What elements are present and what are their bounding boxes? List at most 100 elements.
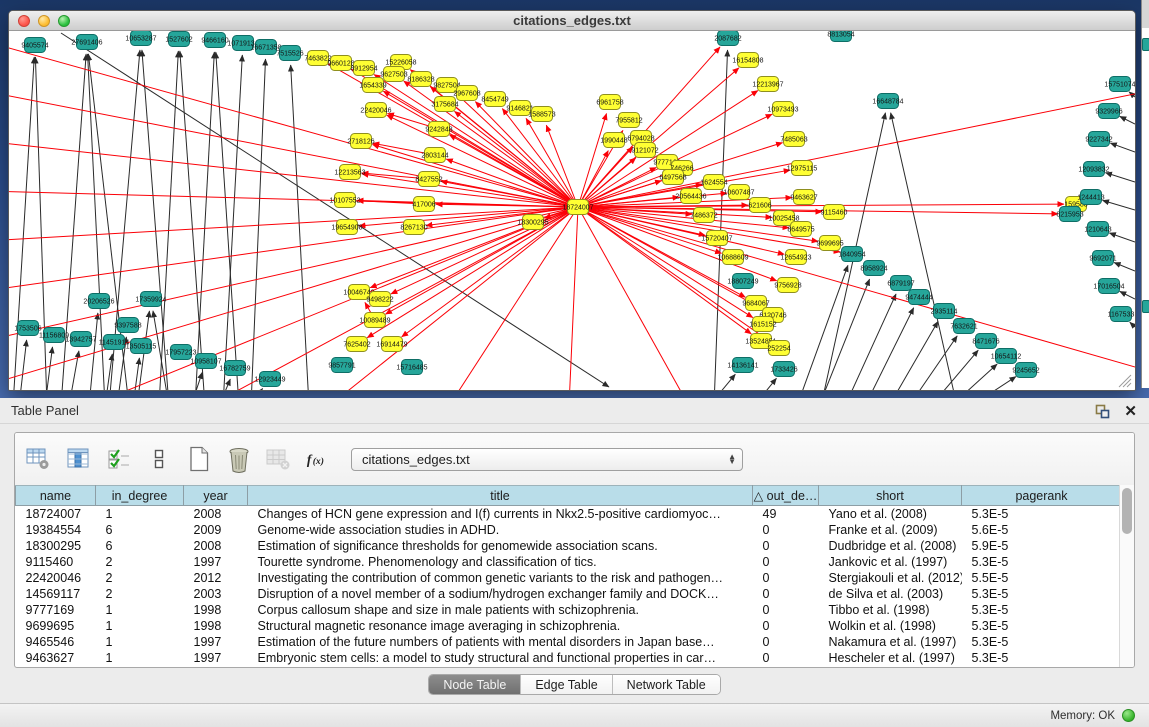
resize-grip-icon[interactable] — [1127, 383, 1131, 387]
graph-node[interactable]: 9329966 — [1095, 104, 1122, 119]
table-row[interactable]: 1872400712008Changes of HCN gene express… — [16, 506, 1122, 522]
table-cell[interactable]: Disruption of a novel member of a sodium… — [248, 586, 753, 602]
graph-node[interactable]: 27691406 — [71, 35, 102, 50]
graph-node[interactable]: 7625402 — [343, 337, 370, 352]
table-cell[interactable]: 0 — [753, 538, 819, 554]
table-cell[interactable]: 1997 — [184, 554, 248, 570]
graph-edge[interactable] — [578, 204, 1064, 207]
table-cell[interactable]: 9463627 — [16, 650, 96, 666]
table-cell[interactable]: 1997 — [184, 650, 248, 666]
network-view-window[interactable]: citations_edges.txt 94055742769140610653… — [8, 10, 1136, 391]
table-cell[interactable]: 1 — [96, 602, 184, 618]
graph-node[interactable]: 9405574 — [21, 38, 48, 53]
graph-node[interactable]: 15716485 — [396, 360, 427, 375]
window-titlebar[interactable]: citations_edges.txt — [9, 11, 1135, 31]
table-cell[interactable]: 18724007 — [16, 506, 96, 522]
graph-node[interactable]: 8471676 — [972, 334, 999, 349]
table-cell[interactable]: Tourette syndrome. Phenomenology and cla… — [248, 554, 753, 570]
table-cell[interactable]: 18300295 — [16, 538, 96, 554]
table-cell[interactable]: Genome-wide association studies in ADHD. — [248, 522, 753, 538]
table-cell[interactable]: 1 — [96, 618, 184, 634]
graph-node[interactable]: 20206526 — [83, 294, 114, 309]
graph-node[interactable]: 8958924 — [860, 261, 887, 276]
graph-node[interactable]: 9756928 — [774, 278, 801, 293]
table-cell[interactable]: 0 — [753, 554, 819, 570]
column-header-year[interactable]: year — [184, 486, 248, 506]
graph-node[interactable]: 9699695 — [816, 236, 843, 251]
table-cell[interactable]: Nakamura et al. (1997) — [819, 634, 962, 650]
table-cell[interactable]: 1998 — [184, 618, 248, 634]
graph-node[interactable]: 1990448 — [600, 133, 627, 148]
graph-node[interactable]: 7632621 — [950, 319, 977, 334]
graph-node[interactable]: 3175684 — [431, 97, 458, 112]
table-cell[interactable]: Structural magnetic resonance image aver… — [248, 618, 753, 634]
float-panel-icon[interactable] — [1094, 403, 1110, 419]
table-cell[interactable]: Tibbo et al. (1998) — [819, 602, 962, 618]
table-cell[interactable]: Hescheler et al. (1997) — [819, 650, 962, 666]
table-cell[interactable]: 5.6E-5 — [962, 522, 1122, 538]
new-document-icon[interactable] — [185, 446, 212, 473]
network-graph[interactable]: 9405574276914061065328715276029466160107… — [9, 31, 1135, 390]
scrollbar-thumb[interactable] — [1122, 488, 1132, 534]
table-cell[interactable]: 5.9E-5 — [962, 538, 1122, 554]
graph-node[interactable]: 9463627 — [790, 190, 817, 205]
checklist-icon[interactable] — [105, 446, 132, 473]
graph-node[interactable]: 1654339 — [359, 78, 386, 93]
tab-node-table[interactable]: Node Table — [429, 675, 521, 694]
table-cell[interactable]: 1 — [96, 506, 184, 522]
delete-table-icon[interactable] — [265, 446, 292, 473]
graph-node[interactable]: 1733426 — [770, 362, 797, 377]
graph-node[interactable]: 1840954 — [838, 247, 865, 262]
table-cell[interactable]: Estimation of the future numbers of pati… — [248, 634, 753, 650]
table-cell[interactable]: 5.3E-5 — [962, 586, 1122, 602]
table-cell[interactable]: 2012 — [184, 570, 248, 586]
table-settings-icon[interactable] — [25, 446, 52, 473]
column-header-title[interactable]: title — [248, 486, 753, 506]
graph-node[interactable]: 1210643 — [1084, 222, 1111, 237]
graph-node[interactable]: 9397588 — [114, 318, 141, 333]
table-cell[interactable]: 5.3E-5 — [962, 634, 1122, 650]
graph-node[interactable]: 14136141 — [727, 358, 758, 373]
table-cell[interactable]: 2 — [96, 554, 184, 570]
graph-node[interactable]: 17957223 — [165, 345, 196, 360]
graph-node[interactable]: 9115460 — [821, 205, 848, 220]
table-row[interactable]: 946554611997Estimation of the future num… — [16, 634, 1122, 650]
table-row[interactable]: 969969511998Structural magnetic resonanc… — [16, 618, 1122, 634]
select-columns-icon[interactable] — [65, 446, 92, 473]
table-cell[interactable]: 9777169 — [16, 602, 96, 618]
graph-node[interactable]: 12923449 — [254, 372, 285, 387]
table-cell[interactable]: Yano et al. (2008) — [819, 506, 962, 522]
graph-node[interactable]: 8215953 — [1056, 207, 1083, 222]
table-cell[interactable]: Wolkin et al. (1998) — [819, 618, 962, 634]
table-row[interactable]: 1830029562008Estimation of significance … — [16, 538, 1122, 554]
graph-node[interactable]: 2935114 — [931, 304, 958, 319]
graph-node[interactable]: 13505115 — [126, 339, 157, 354]
column-header-out_de[interactable]: △ out_de… — [753, 486, 819, 506]
rows-icon[interactable] — [145, 446, 172, 473]
graph-node[interactable]: 1588573 — [528, 107, 555, 122]
table-cell[interactable]: 0 — [753, 618, 819, 634]
table-cell[interactable]: 9465546 — [16, 634, 96, 650]
table-cell[interactable]: 2003 — [184, 586, 248, 602]
network-canvas[interactable]: 9405574276914061065328715276029466160107… — [9, 31, 1135, 390]
graph-node[interactable]: 9227342 — [1085, 132, 1112, 147]
graph-node[interactable]: 621606 — [748, 198, 771, 213]
table-cell[interactable]: 0 — [753, 634, 819, 650]
graph-node[interactable]: 1167533 — [1108, 307, 1135, 322]
table-cell[interactable]: 14569117 — [16, 586, 96, 602]
graph-node[interactable]: 12975115 — [787, 161, 818, 176]
table-row[interactable]: 977716911998Corpus callosum shape and si… — [16, 602, 1122, 618]
graph-edge[interactable] — [449, 135, 578, 207]
table-cell[interactable]: 5.3E-5 — [962, 618, 1122, 634]
table-cell[interactable]: 2009 — [184, 522, 248, 538]
table-cell[interactable]: 0 — [753, 602, 819, 618]
graph-node[interactable]: 12093832 — [1078, 162, 1109, 177]
table-cell[interactable]: Stergiakouli et al. (2012) — [819, 570, 962, 586]
table-cell[interactable]: 9115460 — [16, 554, 96, 570]
zoom-window-button[interactable] — [58, 15, 70, 27]
trash-icon[interactable] — [225, 446, 252, 473]
graph-node[interactable]: 8454749 — [481, 92, 508, 107]
graph-node[interactable]: 6497568 — [659, 170, 686, 185]
close-window-button[interactable] — [18, 15, 30, 27]
graph-node[interactable]: 7515526 — [276, 46, 303, 61]
